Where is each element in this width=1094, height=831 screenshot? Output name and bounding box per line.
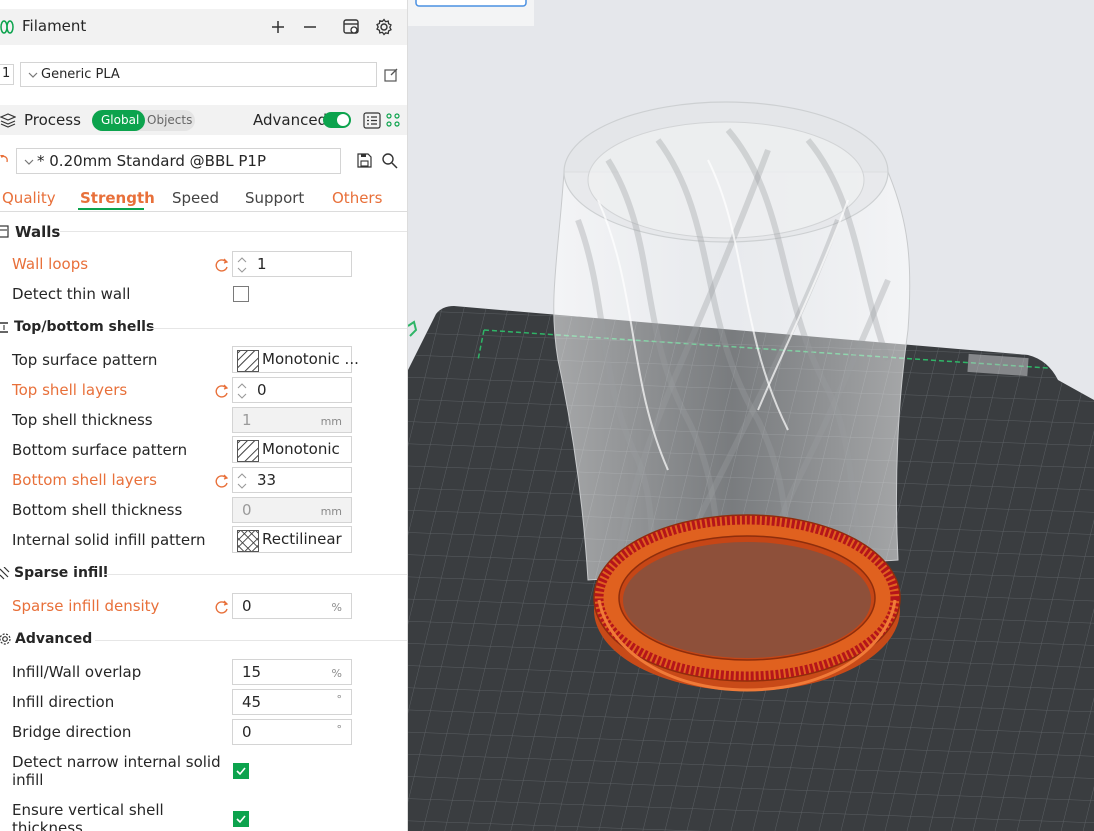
reset-arrow-icon[interactable] — [0, 153, 9, 167]
top-shell-thickness-input[interactable]: 1 mm — [232, 407, 352, 433]
settings-sidebar: Filament 1 Generic PLA Process Global Ob… — [0, 0, 407, 831]
tab-quality[interactable]: Quality — [2, 189, 56, 207]
top-surface-pattern-dropdown[interactable]: Monotonic ... — [232, 346, 359, 373]
section-title-walls: Walls — [15, 223, 61, 241]
advanced-switch[interactable] — [323, 112, 351, 128]
filament-spool-icon — [0, 20, 14, 34]
chevron-down-icon — [28, 72, 38, 78]
bottom-shell-layers-label: Bottom shell layers — [12, 471, 157, 489]
process-layers-icon — [0, 113, 16, 128]
printed-ring-model — [593, 514, 901, 692]
ensure-vertical-checkbox[interactable] — [233, 811, 249, 827]
infill-direction-label: Infill direction — [12, 693, 115, 711]
internal-solid-infill-pattern-label: Internal solid infill pattern — [12, 531, 206, 549]
spin-arrows-icon[interactable] — [236, 470, 248, 492]
minus-icon[interactable] — [303, 20, 317, 34]
detect-narrow-label-line2: infill — [12, 771, 44, 789]
filament-preset-dropdown[interactable]: Generic PLA — [20, 62, 377, 87]
bridge-direction-label: Bridge direction — [12, 723, 132, 741]
internal-solid-infill-pattern-dropdown[interactable]: Rectilinear — [232, 526, 352, 553]
bottom-shell-thickness-label: Bottom shell thickness — [12, 501, 183, 519]
active-tab-underline — [78, 208, 144, 210]
rectilinear-pattern-icon — [237, 530, 259, 552]
wall-loops-label: Wall loops — [12, 255, 89, 273]
process-title: Process — [24, 111, 81, 129]
monotonic-pattern-icon — [237, 350, 259, 372]
bridge-direction-input[interactable]: 0 ° — [232, 719, 352, 745]
sparse-infill-section-icon — [0, 567, 10, 580]
reset-arrow-icon[interactable] — [214, 599, 230, 615]
search-icon[interactable] — [381, 152, 398, 169]
advanced-section-icon — [0, 633, 11, 645]
infill-wall-overlap-input[interactable]: 15 % — [232, 659, 352, 685]
detect-thin-wall-label: Detect thin wall — [12, 285, 131, 303]
sparse-infill-density-label: Sparse infill density — [12, 597, 160, 615]
filament-slot-number: 1 — [0, 64, 14, 85]
filament-title: Filament — [22, 17, 87, 35]
tab-strength[interactable]: Strength — [80, 189, 155, 207]
infill-wall-overlap-label: Infill/Wall overlap — [12, 663, 142, 681]
filament-config-icon[interactable] — [342, 18, 360, 36]
filament-header: Filament — [0, 9, 407, 45]
advanced-label: Advanced — [253, 111, 328, 129]
bottom-shell-thickness-input[interactable]: 0 mm — [232, 497, 352, 523]
bottom-shell-layers-input[interactable]: 33 — [232, 467, 352, 493]
reset-arrow-icon[interactable] — [214, 473, 230, 489]
wall-loops-input[interactable]: 1 — [232, 251, 352, 277]
detect-narrow-checkbox[interactable] — [233, 763, 249, 779]
shells-section-icon — [0, 322, 8, 333]
objects-toggle-option[interactable]: Objects — [147, 113, 192, 127]
bottom-surface-pattern-label: Bottom surface pattern — [12, 441, 188, 459]
reset-arrow-icon[interactable] — [214, 257, 230, 273]
detect-narrow-label-line1: Detect narrow internal solid — [12, 753, 221, 771]
detect-thin-wall-checkbox[interactable] — [233, 286, 249, 302]
tab-speed[interactable]: Speed — [172, 189, 219, 207]
save-icon[interactable] — [357, 153, 372, 168]
top-shell-layers-input[interactable]: 0 — [232, 377, 352, 403]
global-objects-toggle[interactable]: Global Objects — [92, 110, 195, 131]
chevron-down-icon — [24, 159, 34, 165]
top-shell-thickness-label: Top shell thickness — [12, 411, 153, 429]
bottom-surface-pattern-dropdown[interactable]: Monotonic — [232, 436, 352, 463]
list-view-icon[interactable] — [363, 112, 381, 129]
ensure-vertical-label-line1: Ensure vertical shell — [12, 801, 164, 819]
checkmark-icon — [236, 767, 246, 776]
object-tree-icon[interactable] — [386, 113, 400, 127]
sparse-infill-density-input[interactable]: 0 % — [232, 593, 352, 619]
viewport-scene[interactable] — [408, 0, 1094, 831]
edit-icon[interactable] — [384, 67, 399, 82]
top-shell-layers-label: Top shell layers — [12, 381, 128, 399]
section-title-top-bottom-shells: Top/bottom shells — [14, 319, 155, 335]
viewport-toolbar-button[interactable] — [415, 0, 527, 7]
plate-edge-marker — [408, 320, 418, 337]
section-title-sparse-infill: Sparse infill — [14, 565, 108, 581]
section-title-advanced: Advanced — [15, 631, 93, 647]
process-preset-dropdown[interactable]: * 0.20mm Standard @BBL P1P — [16, 148, 341, 174]
tab-others[interactable]: Others — [332, 189, 382, 207]
tab-support[interactable]: Support — [245, 189, 304, 207]
reset-arrow-icon[interactable] — [214, 383, 230, 399]
spin-arrows-icon[interactable] — [236, 254, 248, 276]
walls-section-icon — [0, 225, 9, 238]
settings-gear-icon[interactable] — [375, 18, 393, 36]
ensure-vertical-label-line2: thickness — [12, 819, 83, 831]
spin-arrows-icon[interactable] — [236, 380, 248, 402]
checkmark-icon — [236, 815, 246, 824]
monotonic-pattern-icon — [237, 440, 259, 462]
top-surface-pattern-label: Top surface pattern — [12, 351, 158, 369]
infill-direction-input[interactable]: 45 ° — [232, 689, 352, 715]
plus-icon[interactable] — [271, 20, 285, 34]
3d-viewport[interactable] — [408, 0, 1094, 831]
process-header: Process Global Objects Advanced — [0, 105, 407, 135]
global-toggle-option[interactable]: Global — [92, 110, 145, 131]
